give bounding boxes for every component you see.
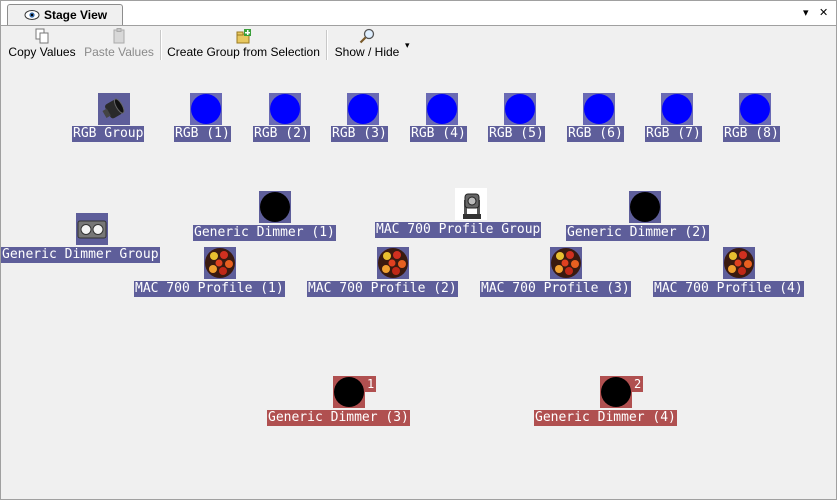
toolbar-separator [326,30,328,60]
gobo-wheel-icon [550,247,582,279]
create-group-button[interactable]: Create Group from Selection [166,26,321,64]
spotlight-icon [98,93,130,125]
show-hide-button[interactable]: Show / Hide [331,26,403,64]
gobo-wheel-icon [377,247,409,279]
fixture-disc [739,93,771,125]
fixture-label: Generic Dimmer (2) [566,225,709,241]
close-icon[interactable]: ✕ [819,6,828,19]
toolbar: Copy Values Paste Values Create Group fr… [1,26,836,64]
fixture-disc [190,93,222,125]
fixture-disc [629,191,661,223]
copy-icon [35,28,49,44]
fixture-label: RGB (1) [174,126,231,142]
fixture-disc [600,376,632,408]
fixture-disc [269,93,301,125]
paste-icon [113,28,125,44]
fixture-disc [333,376,365,408]
stage-view-window: Stage View ▾ ✕ Copy Values Paste Values [0,0,837,500]
channel-badge: 2 [632,376,644,392]
fixture-label: RGB (3) [331,126,388,142]
window-menu-dropdown[interactable]: ▾ [803,6,809,19]
toolbar-separator [160,30,162,60]
fixture-label: MAC 700 Profile (2) [307,281,458,297]
fixture-label: RGB (8) [723,126,780,142]
fixture-label: RGB Group [72,126,145,142]
fixture-disc [259,191,291,223]
fixture-disc [583,93,615,125]
tab-stage-view[interactable]: Stage View [7,4,123,25]
fixture-disc [504,93,536,125]
fixture-disc [426,93,458,125]
fixture-label: MAC 700 Profile (4) [653,281,804,297]
fixture-disc [661,93,693,125]
moving-head-icon [455,188,487,220]
copy-values-button[interactable]: Copy Values [5,26,79,64]
fixture-label: RGB (6) [567,126,624,142]
fixture-label: RGB (5) [488,126,545,142]
tab-label: Stage View [44,8,108,22]
dimmer-lamp-icon [76,213,108,245]
fixture-label: RGB (4) [410,126,467,142]
fixture-label: Generic Dimmer Group [1,247,160,263]
fixture-label: Generic Dimmer (1) [193,225,336,241]
paste-values-button[interactable]: Paste Values [83,26,155,64]
fixture-label: MAC 700 Profile (1) [134,281,285,297]
stage-canvas[interactable]: RGB Group RGB (1) RGB (2) RGB (3) RGB (4… [1,64,836,499]
tab-strip: Stage View ▾ ✕ [1,1,836,26]
eye-icon [24,10,40,20]
show-hide-dropdown-arrow[interactable]: ▾ [405,40,410,51]
fixture-label: Generic Dimmer (4) [534,410,677,426]
fixture-label: RGB (7) [645,126,702,142]
magnifier-icon [359,28,375,44]
fixture-label: MAC 700 Profile (3) [480,281,631,297]
fixture-disc [347,93,379,125]
gobo-wheel-icon [204,247,236,279]
fixture-label: Generic Dimmer (3) [267,410,410,426]
fixture-label: RGB (2) [253,126,310,142]
gobo-wheel-icon [723,247,755,279]
fixture-label: MAC 700 Profile Group [375,222,542,238]
channel-badge: 1 [365,376,377,392]
add-group-icon [236,29,251,44]
